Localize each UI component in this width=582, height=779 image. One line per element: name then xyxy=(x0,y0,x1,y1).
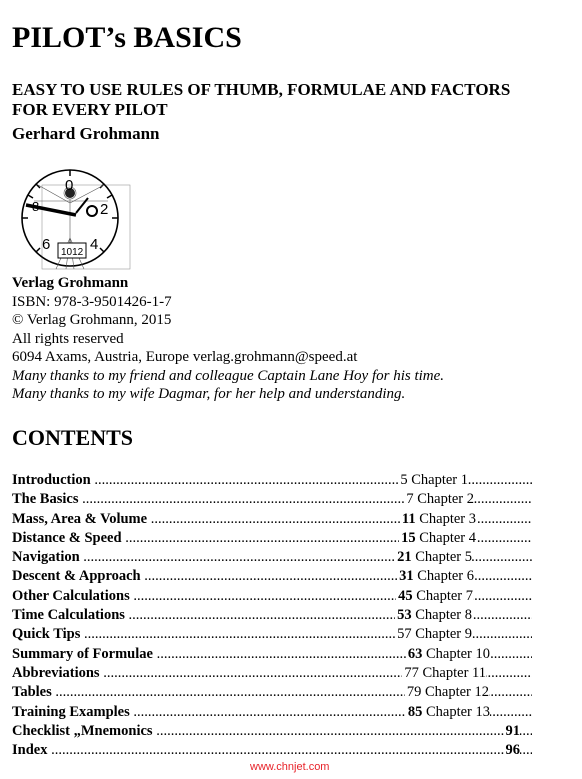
toc-entry-reference: 79 Chapter 12 xyxy=(404,683,489,703)
book-subtitle: EASY TO USE RULES OF THUMB, FORMULAE AND… xyxy=(12,80,582,120)
toc-entry[interactable]: Descent & Approach .....................… xyxy=(12,567,532,587)
toc-entry-reference: 7 Chapter 2 xyxy=(404,490,474,510)
subtitle-line-2: FOR EVERY PILOT xyxy=(12,100,168,119)
acknowledgement-1: Many thanks to my friend and colleague C… xyxy=(12,367,445,384)
toc-entry[interactable]: The Basics .............................… xyxy=(12,490,532,510)
toc-page-number: 77 xyxy=(404,664,419,681)
book-title: PILOT’s BASICS xyxy=(12,21,242,54)
toc-chapter-label: Chapter 11 xyxy=(422,664,487,681)
acknowledgement-2: Many thanks to my wife Dagmar, for her h… xyxy=(12,386,406,402)
toc-entry-reference: 77 Chapter 11 xyxy=(402,663,487,684)
toc-entry-title: Quick Tips xyxy=(12,626,81,643)
publisher-address: 6094 Axams, Austria, Europe verlag.grohm… xyxy=(12,349,358,365)
toc-page-number: 31 xyxy=(399,568,414,585)
toc-entry[interactable]: Summary of Formulae ....................… xyxy=(12,644,532,664)
toc-entry-reference: 11 Chapter 3 xyxy=(399,509,476,529)
toc-entry-title: Distance & Speed xyxy=(12,529,122,546)
toc-entry-reference: 31 Chapter 6 xyxy=(397,567,474,587)
toc-entry[interactable]: Training Examples ......................… xyxy=(12,702,532,722)
toc-entry-title: Navigation xyxy=(12,549,80,566)
toc-chapter-label: Chapter 6 xyxy=(417,568,474,585)
toc-page-number: 15 xyxy=(401,529,416,546)
dial-number-6: 6 xyxy=(42,236,50,253)
toc-leader-dots: ........................................… xyxy=(156,722,532,739)
watermark: www.chnjet.com xyxy=(250,761,330,773)
toc-entry-title: Tables xyxy=(12,684,52,701)
toc-entry-reference: 63 Chapter 10 xyxy=(405,644,490,664)
toc-chapter-label: Chapter 2 xyxy=(417,491,474,508)
toc-entry-title: Abbreviations xyxy=(12,664,100,681)
toc-entry-reference: 53 Chapter 8 xyxy=(395,606,472,626)
toc-entry-reference: 15 Chapter 4 xyxy=(399,528,476,549)
toc-chapter-label: Chapter 3 xyxy=(419,510,476,527)
toc-chapter-label: Chapter 1 xyxy=(411,472,468,488)
toc-page-number: 85 xyxy=(407,703,423,720)
dial-number-0: 0 xyxy=(65,177,73,194)
toc-page-number: 79 xyxy=(406,684,422,701)
toc-chapter-label: Chapter 12 xyxy=(424,684,489,701)
toc-entry-title: Introduction xyxy=(12,472,91,488)
toc-chapter-label: Chapter 4 xyxy=(419,529,476,546)
toc-entry[interactable]: Navigation .............................… xyxy=(12,548,532,568)
toc-entry-title: Mass, Area & Volume xyxy=(12,510,148,527)
toc-page-number: 91 xyxy=(505,722,521,739)
toc-entry-reference: 85 Chapter 13 xyxy=(405,702,490,722)
dial-number-2: 2 xyxy=(100,201,108,218)
toc-page-number: 53 xyxy=(397,607,412,624)
toc-entry[interactable]: Other Calculations .....................… xyxy=(12,586,532,607)
toc-entry[interactable]: Abbreviations ..........................… xyxy=(12,663,532,684)
toc-chapter-label: Chapter 5 xyxy=(415,549,472,566)
toc-page-number: 7 xyxy=(406,491,414,508)
toc-page-number: 45 xyxy=(398,587,413,604)
toc-entry-title: Index xyxy=(12,742,48,759)
toc-page-number: 5 xyxy=(400,472,408,488)
dial-number-8: 8 xyxy=(32,199,39,214)
toc-entry-title: The Basics xyxy=(12,491,79,508)
toc-entry-reference: 96 xyxy=(503,741,521,761)
altimeter-vitruvian-man-icon: 0 8 2 6 4 1012 xyxy=(21,169,131,270)
toc-entry-reference: 45 Chapter 7 xyxy=(396,586,473,607)
copyright: © Verlag Grohmann, 2015 xyxy=(12,312,172,328)
toc-entry[interactable]: Quick Tips .............................… xyxy=(12,625,532,645)
dial-number-4: 4 xyxy=(90,236,98,253)
toc-page-number: 63 xyxy=(407,645,423,662)
toc-entry-title: Training Examples xyxy=(12,703,130,720)
toc-entry-title: Summary of Formulae xyxy=(12,645,153,662)
toc-entry[interactable]: Introduction ...........................… xyxy=(12,471,532,491)
toc-chapter-label: Chapter 13 xyxy=(425,703,490,720)
toc-leader-dots: ........................................… xyxy=(51,742,532,759)
toc-entry-reference: 91 xyxy=(503,721,521,742)
toc-entry-title: Time Calculations xyxy=(12,607,125,624)
toc-chapter-label: Chapter 10 xyxy=(425,645,490,662)
toc-entry-reference: 5 Chapter 1 xyxy=(398,471,468,491)
pressure-window-value: 1012 xyxy=(61,247,84,258)
toc-entry-title: Checklist „Mnemonics xyxy=(12,722,153,739)
toc-entry-reference: 21 Chapter 5 xyxy=(395,548,472,568)
toc-page-number: 11 xyxy=(401,510,416,527)
isbn: ISBN: 978-3-9501426-1-7 xyxy=(12,293,172,310)
rights-notice: All rights reserved xyxy=(12,330,124,347)
toc-entry[interactable]: Mass, Area & Volume ....................… xyxy=(12,509,532,529)
toc-entry-title: Descent & Approach xyxy=(12,568,141,585)
toc-entry[interactable]: Distance & Speed .......................… xyxy=(12,528,532,549)
toc-page-number: 21 xyxy=(397,549,412,566)
toc-entry[interactable]: Index ..................................… xyxy=(12,741,532,761)
subtitle-line-1: EASY TO USE RULES OF THUMB, FORMULAE AND… xyxy=(12,80,511,99)
toc-entry-reference: 57 Chapter 9 xyxy=(395,625,472,645)
publisher-block: Verlag Grohmann ISBN: 978-3-9501426-1-7 … xyxy=(12,274,444,404)
toc-chapter-label: Chapter 9 xyxy=(415,626,472,643)
toc-entry[interactable]: Time Calculations ......................… xyxy=(12,606,532,626)
toc-chapter-label: Chapter 7 xyxy=(416,587,473,604)
author-name: Gerhard Grohmann xyxy=(12,124,160,143)
toc-chapter-label: Chapter 8 xyxy=(415,607,472,624)
toc-entry[interactable]: Tables .................................… xyxy=(12,683,532,703)
contents-heading: CONTENTS xyxy=(12,425,134,450)
publisher-name: Verlag Grohmann xyxy=(12,275,129,291)
toc-entry[interactable]: Checklist „Mnemonics ...................… xyxy=(12,721,532,742)
toc-page-number: 57 xyxy=(397,626,412,643)
toc-entry-title: Other Calculations xyxy=(12,587,130,604)
table-of-contents: Introduction ...........................… xyxy=(12,471,532,761)
toc-page-number: 96 xyxy=(505,742,521,759)
